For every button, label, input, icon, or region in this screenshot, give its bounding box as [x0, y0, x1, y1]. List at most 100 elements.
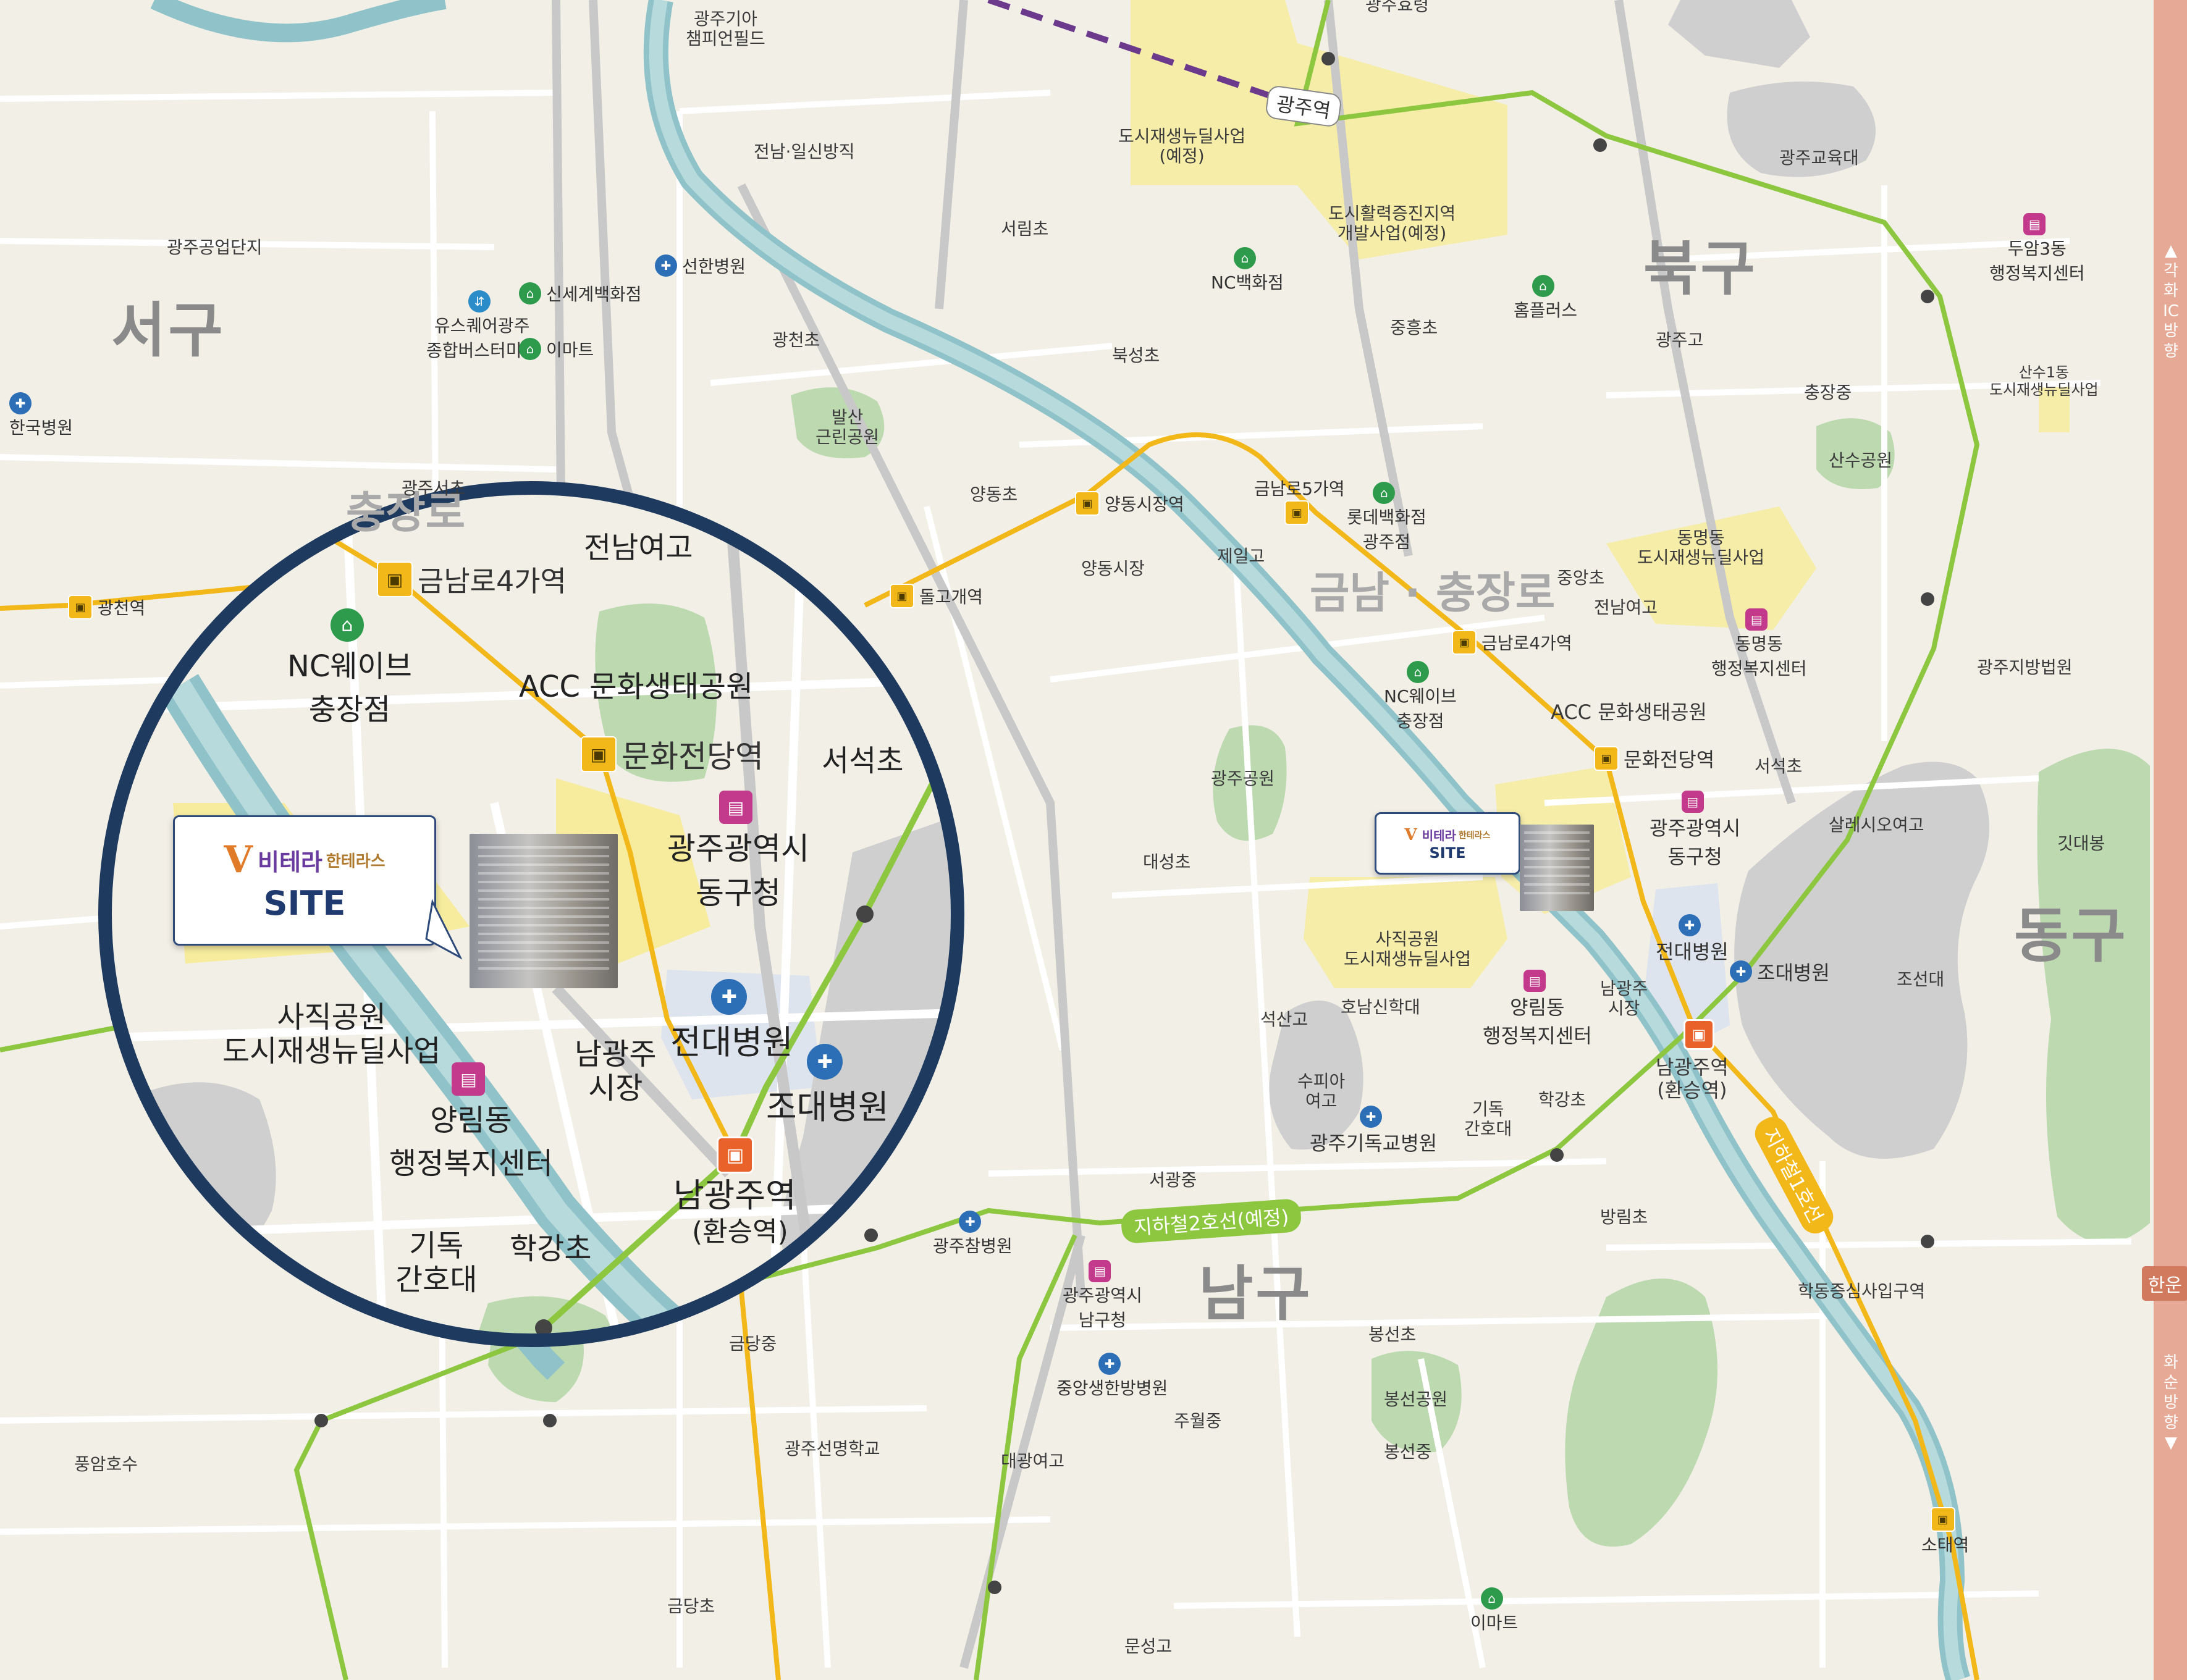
zoom-poi-donggu-office[interactable]: ▤ 광주광역시 동구청: [667, 791, 809, 913]
label-gwangju-high: 광주고: [1656, 330, 1704, 350]
poi-chamjoeun[interactable]: ✚ 광주참병원: [933, 1211, 1013, 1258]
label-salesio: 살레시오여고: [1829, 815, 1924, 835]
station-yangdong-market[interactable]: ▣ 양동시장역: [1075, 491, 1184, 516]
office-icon: ▤: [1523, 970, 1546, 992]
shopping-icon: ⌂: [519, 338, 541, 360]
hospital-icon: ✚: [1360, 1106, 1383, 1128]
label-seoksan: 석산고: [1260, 1009, 1308, 1030]
area-geumnam-chungjang: 금남 · 충장로: [1310, 568, 1556, 618]
bus-terminal-icon: ⇵: [468, 290, 491, 313]
poi-shinsegae[interactable]: ⌂ 신세계백화점: [519, 281, 642, 306]
label-seoseok-mid: 서광중: [1149, 1170, 1197, 1190]
highway-top-label: ▲ 각화 IC 방향: [2163, 242, 2179, 361]
subway-icon: ▣: [1284, 500, 1310, 525]
hospital-icon: ✚: [711, 979, 748, 1015]
district-bukgu: 북구: [1643, 234, 1758, 303]
label-gwangcheon: 광천초: [772, 330, 820, 350]
zoom-poi-josun[interactable]: ✚ 조대병원: [766, 1044, 889, 1128]
district-namgu: 남구: [1199, 1259, 1313, 1329]
hospital-icon: ✚: [959, 1211, 982, 1233]
zoom-label-hakgang: 학강초: [510, 1232, 592, 1266]
label-urban-regen-top: 도시재생뉴딜사업 (예정): [1118, 126, 1246, 167]
poi-hanguk-hospital[interactable]: ✚ 한국병원: [9, 392, 73, 439]
hospital-icon: ✚: [9, 392, 32, 414]
label-bongseon-park: 봉선공원: [1384, 1389, 1448, 1409]
station-sotae[interactable]: ▣ 소태역: [1921, 1507, 1969, 1556]
brand-logo-icon: V: [224, 838, 253, 881]
poi-emart-west[interactable]: ⌂ 이마트: [519, 337, 594, 361]
subway-icon: ▣: [1075, 491, 1100, 516]
label-balsan: 발산 근린공원: [815, 407, 880, 448]
shopping-icon: ⌂: [1480, 1587, 1503, 1610]
label-honam-theo: 호남신학대: [1341, 997, 1420, 1017]
poi-emart-south[interactable]: ⌂ 이마트: [1470, 1587, 1518, 1634]
site-card-small[interactable]: V 비테라 한테라스 SITE: [1375, 812, 1520, 875]
zoom-label-acc: ACC 문화생태공원: [519, 670, 754, 704]
label-gwangju-edu: 광주교육대: [1779, 148, 1859, 168]
label-jeonnam-spinning: 전남·일신방직: [754, 141, 855, 162]
label-seoseok-east: 서석초: [1755, 756, 1803, 776]
poi-nc-dept[interactable]: ⌂ NC백화점: [1211, 247, 1284, 294]
poi-seonhan-hospital[interactable]: ✚ 선한병원: [655, 253, 746, 278]
label-daegwang: 대광여고: [1001, 1451, 1065, 1471]
hospital-icon: ✚: [1678, 914, 1701, 936]
poi-donggu-office-east[interactable]: ▤ 광주광역시 동구청: [1650, 791, 1740, 870]
hospital-icon: ✚: [655, 254, 677, 277]
station-geumnamro5[interactable]: 금남로5가역 ▣: [1254, 476, 1345, 525]
station-gwangchon[interactable]: ▣ 광천역: [68, 595, 145, 620]
label-namgwangju-east: 남광주역 (환승역): [1656, 1056, 1729, 1102]
zoom-station-geumnamro4[interactable]: ▣ 금남로4가역: [377, 559, 567, 600]
namgwangju-transfer-icon-east[interactable]: ▣: [1683, 1019, 1714, 1050]
label-sajik-east: 사직공원 도시재생뉴딜사업: [1344, 929, 1472, 970]
poi-dongmyeong-office[interactable]: ▤ 동명동 행정복지센터: [1711, 608, 1807, 680]
label-sansu: 산수1동 도시재생뉴딜사업: [1989, 364, 2099, 398]
map-canvas[interactable]: ▲ 각화 IC 방향 한운 화순방향 ▼ 서구 북구 동구 남구 충장로 금남 …: [0, 0, 2187, 1680]
label-geumdang-mid: 금당중: [729, 1334, 777, 1354]
site-card-large[interactable]: V 비테라 한테라스 SITE: [173, 815, 436, 946]
zoom-poi-nc-wave[interactable]: ⌂ NC웨이브 충장점: [287, 608, 412, 728]
label-urban-vitality: 도시활력증진지역 개발사업(예정): [1328, 203, 1456, 244]
shopping-icon: ⌂: [1406, 661, 1429, 683]
poi-yangrim-east[interactable]: ▤ 양림동 행정복지센터: [1483, 970, 1592, 1049]
label-namgwangju-market-east: 남광주 시장: [1600, 978, 1648, 1019]
label-yangdong-elem: 양동초: [970, 484, 1018, 505]
zoom-station-namgwangju: 남광주역: [673, 1176, 796, 1215]
namgwangju-transfer-icon[interactable]: ▣: [717, 1136, 754, 1174]
label-munseong: 문성고: [1124, 1636, 1173, 1657]
label-jungang: 중앙초: [1557, 568, 1605, 588]
zoom-label-seoseok: 서석초: [822, 744, 904, 778]
poi-jungang-hospital[interactable]: ✚ 중앙생한방병원: [1056, 1353, 1168, 1400]
shopping-icon: ⌂: [1233, 247, 1256, 269]
label-yangdong-market: 양동시장: [1081, 558, 1145, 579]
hospital-icon: ✚: [807, 1044, 843, 1080]
zoom-station-munhwa[interactable]: ▣ 문화전당역: [581, 732, 764, 776]
district-seogu: 서구: [111, 296, 225, 365]
zoom-label-jeonnam-girls: 전남여고: [584, 531, 693, 565]
label-bangrim: 방림초: [1600, 1207, 1648, 1227]
subway-icon: ▣: [68, 595, 93, 620]
zoom-label-gwangju-seo: 광주서초: [402, 478, 466, 498]
poi-josun-hosp-east[interactable]: ✚ 조대병원: [1730, 957, 1830, 986]
poi-gidok-hospital[interactable]: ✚ 광주기독교병원: [1310, 1106, 1437, 1156]
label-gwangju-industrial: 광주공업단지: [167, 237, 263, 258]
label-gwangju-park: 광주공원: [1211, 768, 1275, 789]
poi-dooam[interactable]: ▤ 두암3동 행정복지센터: [1989, 213, 2085, 285]
station-dolgogae[interactable]: ▣ 돌고개역: [890, 584, 983, 608]
station-geumnamro4-east[interactable]: ▣ 금남로4가역: [1452, 630, 1572, 655]
poi-homeplus[interactable]: ⌂ 홈플러스: [1514, 275, 1577, 322]
subway-icon: ▣: [377, 561, 413, 597]
label-jeonnam-girls-east: 전남여고: [1594, 597, 1658, 618]
zoom-poi-yangrim[interactable]: ▤ 양림동 행정복지센터: [389, 1062, 553, 1182]
station-munhwa-east[interactable]: ▣ 문화전당역: [1594, 744, 1714, 773]
office-icon: ▤: [1681, 791, 1704, 813]
shopping-icon: ⌂: [519, 282, 541, 304]
poi-namgu-office[interactable]: ▤ 광주광역시 남구청: [1063, 1260, 1142, 1332]
label-jungheung: 중흥초: [1390, 317, 1438, 338]
poi-lotte[interactable]: ⌂ 롯데백화점 광주점: [1347, 482, 1426, 553]
poi-nc-wave-east[interactable]: ⌂ NC웨이브 충장점: [1384, 661, 1457, 733]
site-building-small: [1520, 825, 1594, 911]
poi-jeondae-east[interactable]: ✚ 전대병원: [1656, 914, 1729, 965]
subway-icon: ▣: [890, 584, 914, 608]
subway-icon: ▣: [1930, 1507, 1955, 1532]
zoom-station-namgwangju-sub: (환승역): [692, 1216, 788, 1248]
